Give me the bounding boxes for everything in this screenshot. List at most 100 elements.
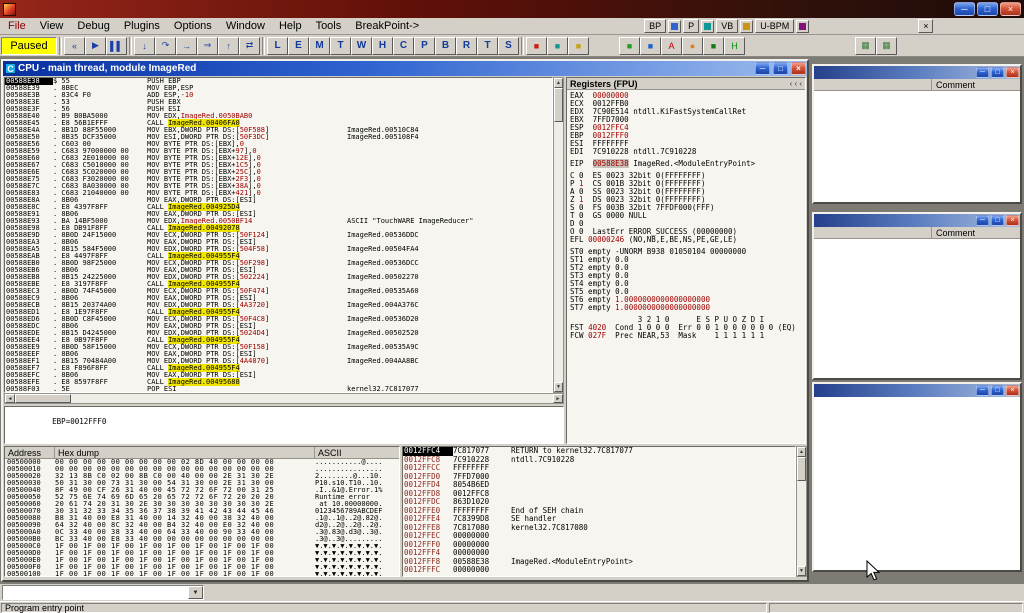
close-button[interactable]: ×: [1006, 385, 1019, 396]
comment-window-1[interactable]: ─ □ × Comment: [812, 64, 1022, 204]
menu-item-view[interactable]: View: [33, 19, 71, 33]
maximize-button[interactable]: □: [977, 2, 998, 16]
pause-button[interactable]: ▌▌: [106, 37, 127, 55]
scroll-down-icon[interactable]: ▼: [554, 382, 563, 392]
windows-grid-button-1[interactable]: ▦: [855, 37, 876, 55]
column-blank[interactable]: [814, 79, 932, 90]
aux-window-3-titlebar[interactable]: ─ □ ×: [814, 384, 1020, 397]
plugin-button-5[interactable]: ■: [640, 37, 661, 55]
menu-item-help[interactable]: Help: [272, 19, 309, 33]
disasm-row[interactable]: 00588E3B. 83C4 F0ADD ESP,-10: [5, 92, 552, 99]
combo-dropdown-icon[interactable]: ▼: [188, 586, 203, 599]
dump-pane[interactable]: Address Hex dump ASCII 0050000000 00 00 …: [4, 446, 400, 577]
panel-button-h-5[interactable]: H: [372, 37, 393, 55]
registers-body[interactable]: EAX 00000000ECX 0012FFB0EDX 7C90E514 ntd…: [567, 90, 805, 342]
scrollbar-thumb[interactable]: [15, 394, 71, 403]
disasm-row[interactable]: 00588EFE. E8 8597F8FFCALL ImageRed.00495…: [5, 379, 552, 386]
comment-window-2[interactable]: ─ □ × Comment: [812, 212, 1022, 380]
column-comment[interactable]: Comment: [932, 228, 975, 238]
panel-button-r-9[interactable]: R: [456, 37, 477, 55]
minimize-button[interactable]: ─: [976, 385, 989, 396]
disasm-row[interactable]: 00588EE9. 8B0D 58F15000MOV ECX,DWORD PTR…: [5, 344, 552, 351]
plugin-button-2[interactable]: ■: [547, 37, 568, 55]
column-header[interactable]: Comment: [814, 227, 1020, 239]
combobox-value[interactable]: [3, 586, 188, 599]
panel-button-p-7[interactable]: P: [414, 37, 435, 55]
menu-item-breakpoint[interactable]: BreakPoint->: [348, 19, 426, 33]
dump-column-address[interactable]: Address: [5, 447, 55, 458]
dump-column-ascii[interactable]: ASCII: [315, 447, 399, 458]
comment-window-2-titlebar[interactable]: ─ □ ×: [814, 214, 1020, 227]
plugin-button-1[interactable]: ■: [526, 37, 547, 55]
plugin-button-6[interactable]: A: [661, 37, 682, 55]
plugin-button-3[interactable]: ■: [568, 37, 589, 55]
comment-window-1-titlebar[interactable]: ─ □ ×: [814, 66, 1020, 79]
minimize-button[interactable]: ─: [976, 215, 989, 226]
menubar-plugin-icon[interactable]: [740, 20, 753, 33]
run-button[interactable]: ▶: [85, 37, 106, 55]
go-to-address-button[interactable]: ⇄: [239, 37, 260, 55]
disasm-hscrollbar[interactable]: ◄ ►: [4, 393, 564, 404]
windows-grid-button-2[interactable]: ▦: [876, 37, 897, 55]
disasm-row[interactable]: 00588EF7. E8 F896F8FFCALL ImageRed.00495…: [5, 365, 552, 372]
menubar-plugin-icon[interactable]: [668, 20, 681, 33]
scrollbar-track[interactable]: [797, 481, 806, 566]
dump-body[interactable]: 0050000000 00 00 00 00 00 00 00 00 02 8D…: [5, 459, 399, 577]
menu-item-tools[interactable]: Tools: [309, 19, 349, 33]
dump-row[interactable]: 005001001F 00 1F 00 1F 00 1F 00 1F 00 1F…: [5, 571, 399, 577]
column-blank[interactable]: [814, 227, 932, 238]
scrollbar-track[interactable]: [554, 122, 563, 382]
stack-row[interactable]: 0012FFFC00000000: [403, 566, 795, 575]
menu-item-plugins[interactable]: Plugins: [117, 19, 167, 33]
scrollbar-thumb[interactable]: [797, 457, 806, 481]
cpu-minimize-button[interactable]: ─: [755, 62, 770, 75]
panel-button-w-4[interactable]: W: [351, 37, 372, 55]
minimize-button[interactable]: ─: [954, 2, 975, 16]
stack-body[interactable]: 0012FFC47C817077RETURN to kernel32.7C817…: [403, 447, 795, 575]
disasm-row[interactable]: 00588E38$ 55PUSH EBP: [5, 78, 552, 85]
cpu-window-titlebar[interactable]: C CPU - main thread, module ImageRed ─ □…: [3, 61, 807, 76]
scroll-left-icon[interactable]: ◄: [5, 394, 15, 403]
menubar-close-icon[interactable]: ×: [918, 19, 933, 33]
command-combobox[interactable]: ▼: [2, 585, 204, 600]
registers-mode-arrows[interactable]: ‹ ‹ ‹: [790, 79, 802, 88]
comment-window-1-body[interactable]: [814, 91, 1020, 202]
stack-vscrollbar[interactable]: ▲ ▼: [796, 446, 807, 577]
disasm-row[interactable]: 00588E9D. 8B0D 24F15000MOV ECX,DWORD PTR…: [5, 232, 552, 239]
maximize-button[interactable]: □: [991, 67, 1004, 78]
step-into-button[interactable]: ↓: [134, 37, 155, 55]
step-over-button[interactable]: ↷: [155, 37, 176, 55]
scroll-down-icon[interactable]: ▼: [797, 566, 806, 576]
close-button[interactable]: ×: [1006, 215, 1019, 226]
disasm-row[interactable]: 00588F03. 5EPOP ESIkernel32.7C817077: [5, 386, 552, 393]
scroll-up-icon[interactable]: ▲: [797, 447, 806, 457]
menubar-plugin-icon[interactable]: [796, 20, 809, 33]
panel-button-c-6[interactable]: C: [393, 37, 414, 55]
menu-item-options[interactable]: Options: [167, 19, 219, 33]
comment-window-2-body[interactable]: [814, 239, 1020, 378]
column-comment[interactable]: Comment: [932, 80, 975, 90]
close-button[interactable]: ×: [1000, 2, 1021, 16]
minimize-button[interactable]: ─: [976, 67, 989, 78]
maximize-button[interactable]: □: [991, 385, 1004, 396]
maximize-button[interactable]: □: [991, 215, 1004, 226]
registers-pane[interactable]: Registers (FPU) ‹ ‹ ‹ EAX 00000000ECX 00…: [566, 77, 806, 444]
panel-button-l-0[interactable]: L: [267, 37, 288, 55]
menu-item-file[interactable]: File: [1, 19, 33, 33]
panel-button-e-1[interactable]: E: [288, 37, 309, 55]
disasm-row[interactable]: 00588E8C. E8 4397F8FFCALL ImageRed.00492…: [5, 204, 552, 211]
cpu-close-button[interactable]: ×: [791, 62, 806, 75]
restart-button[interactable]: «: [64, 37, 85, 55]
plugin-button-9[interactable]: H: [724, 37, 745, 55]
aux-window-3-body[interactable]: [814, 397, 1020, 570]
menu-item-debug[interactable]: Debug: [70, 19, 116, 33]
menubar-button-vb[interactable]: VB: [716, 19, 738, 33]
plugin-button-4[interactable]: ■: [619, 37, 640, 55]
animate-over-button[interactable]: ⇒: [197, 37, 218, 55]
scrollbar-track[interactable]: [71, 394, 553, 403]
menubar-button-u-bpm[interactable]: U-BPM: [755, 19, 794, 33]
panel-button-m-2[interactable]: M: [309, 37, 330, 55]
disassembly-pane[interactable]: 00588E38$ 55PUSH EBP00588E39. 8BECMOV EB…: [4, 77, 553, 393]
animate-into-button[interactable]: →: [176, 37, 197, 55]
execute-till-return-button[interactable]: ↑: [218, 37, 239, 55]
